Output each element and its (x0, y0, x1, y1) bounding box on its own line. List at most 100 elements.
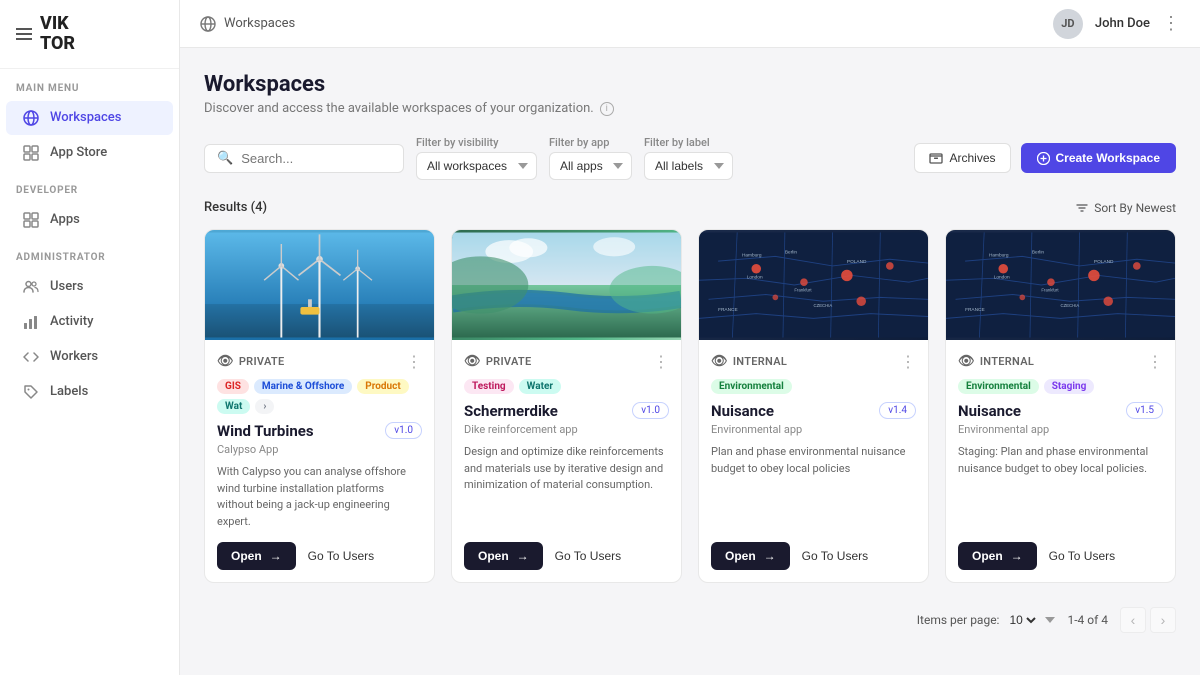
svg-text:Hamburg: Hamburg (742, 252, 762, 258)
card-more-button[interactable]: ⋮ (1147, 352, 1163, 371)
svg-text:Berlin: Berlin (785, 250, 798, 256)
page-subtitle: Discover and access the available worksp… (204, 101, 1176, 116)
info-icon[interactable]: i (600, 102, 614, 116)
card-visibility: 👁 INTERNAL (958, 354, 1034, 369)
svg-text:POLAND: POLAND (1094, 259, 1114, 265)
open-button[interactable]: Open → (711, 542, 790, 570)
filter-label-select[interactable]: All labels (644, 152, 733, 180)
sidebar-section-admin: ADMINISTRATOR Users Activity Workers Lab… (0, 238, 179, 410)
card-title: Nuisance (711, 402, 774, 420)
card-actions: Open → Go To Users (464, 542, 669, 570)
prev-page-button[interactable]: ‹ (1120, 607, 1146, 633)
card-tags: Testing Water (464, 379, 669, 394)
archives-button[interactable]: Archives (914, 143, 1010, 173)
workspace-topbar-icon (200, 16, 216, 32)
sidebar-item-appstore[interactable]: App Store (6, 136, 173, 170)
sidebar-item-workspaces[interactable]: Workspaces (6, 101, 173, 135)
workspace-card-nuisance-2: Hamburg Berlin London Frankfurt POLAND C… (945, 229, 1176, 583)
archive-icon (929, 151, 943, 165)
card-body: 👁 PRIVATE ⋮ GISMarine & OffshoreProductW… (205, 340, 434, 582)
card-body: 👁 PRIVATE ⋮ TestingWater Schermerdike v1… (452, 340, 681, 582)
topbar-more-icon[interactable]: ⋮ (1162, 13, 1180, 34)
topbar: Workspaces JD John Doe ⋮ (180, 0, 1200, 48)
tag: Product (357, 379, 408, 394)
page-title: Workspaces (204, 72, 1176, 97)
card-title: Schermerdike (464, 402, 558, 420)
pagination: Items per page: 10 1-4 of 4 ‹ › (204, 599, 1176, 641)
open-button[interactable]: Open → (217, 542, 296, 570)
card-more-button[interactable]: ⋮ (653, 352, 669, 371)
card-description: Plan and phase environmental nuisance bu… (711, 444, 916, 530)
sidebar: VIK TOR MAIN MENU Workspaces App Store D… (0, 0, 180, 675)
card-title-row: Nuisance v1.4 (711, 402, 916, 420)
tag: Staging (1044, 379, 1095, 394)
per-page-label: Items per page: (917, 613, 1000, 627)
goto-users-button[interactable]: Go To Users (1049, 549, 1115, 563)
card-subtitle: Calypso App (217, 443, 422, 456)
card-more-button[interactable]: ⋮ (406, 352, 422, 371)
card-meta: 👁 INTERNAL ⋮ (958, 352, 1163, 371)
version-badge: v1.5 (1126, 402, 1163, 419)
menu-toggle[interactable] (16, 28, 32, 40)
svg-text:London: London (747, 274, 763, 280)
sidebar-item-labels[interactable]: Labels (6, 375, 173, 409)
filter-app-select[interactable]: All apps (549, 152, 632, 180)
create-workspace-button[interactable]: Create Workspace (1021, 143, 1177, 173)
card-tags: EnvironmentalStaging (958, 379, 1163, 394)
sidebar-item-users[interactable]: Users (6, 270, 173, 304)
cards-grid: 👁 PRIVATE ⋮ GISMarine & OffshoreProductW… (204, 229, 1176, 583)
arrow-icon: → (270, 549, 282, 563)
plus-icon (1037, 152, 1050, 165)
sidebar-item-apps[interactable]: Apps (6, 203, 173, 237)
filter-visibility-select[interactable]: All workspaces (416, 152, 537, 180)
eye-icon: 👁 (217, 354, 234, 369)
eye-icon: 👁 (711, 354, 728, 369)
topbar-user-area: JD John Doe ⋮ (1053, 9, 1180, 39)
per-page-select[interactable]: 10 (1005, 612, 1039, 628)
next-page-button[interactable]: › (1150, 607, 1176, 633)
apps-grid-icon (22, 211, 40, 229)
goto-users-button[interactable]: Go To Users (308, 549, 374, 563)
more-tags[interactable]: › (255, 399, 274, 414)
sort-button[interactable]: Sort By Newest (1075, 201, 1176, 215)
search-input[interactable] (241, 151, 391, 166)
card-meta: 👁 INTERNAL ⋮ (711, 352, 916, 371)
card-title: Nuisance (958, 402, 1021, 420)
goto-users-button[interactable]: Go To Users (802, 549, 868, 563)
sidebar-item-activity[interactable]: Activity (6, 305, 173, 339)
arrow-icon: → (1011, 549, 1023, 563)
svg-text:London: London (994, 274, 1010, 280)
svg-text:Hamburg: Hamburg (989, 252, 1009, 258)
svg-text:Frankfurt: Frankfurt (1041, 288, 1059, 293)
sidebar-item-users-label: Users (50, 279, 83, 294)
dropdown-icon (1045, 617, 1055, 623)
card-description: With Calypso you can analyse offshore wi… (217, 464, 422, 530)
card-more-button[interactable]: ⋮ (900, 352, 916, 371)
sidebar-item-labels-label: Labels (50, 384, 88, 399)
card-title: Wind Turbines (217, 422, 314, 440)
card-body: 👁 INTERNAL ⋮ Environmental Nuisance v1.4… (699, 340, 928, 582)
card-tags: GISMarine & OffshoreProductWat› (217, 379, 422, 414)
search-box[interactable]: 🔍 (204, 144, 404, 173)
page-nav: ‹ › (1120, 607, 1176, 633)
sidebar-section-main: MAIN MENU Workspaces App Store (0, 69, 179, 171)
sidebar-item-workers[interactable]: Workers (6, 340, 173, 374)
toolbar: 🔍 Filter by visibility All workspaces Fi… (204, 136, 1176, 180)
svg-text:POLAND: POLAND (847, 259, 867, 265)
svg-text:Berlin: Berlin (1032, 250, 1045, 256)
sidebar-item-apps-label: Apps (50, 212, 80, 227)
arrow-icon: → (764, 549, 776, 563)
open-button[interactable]: Open → (958, 542, 1037, 570)
tag: Water (519, 379, 561, 394)
tag: Testing (464, 379, 514, 394)
card-visibility: 👁 PRIVATE (464, 354, 532, 369)
card-visibility: 👁 PRIVATE (217, 354, 285, 369)
sidebar-item-workers-label: Workers (50, 349, 98, 364)
open-button[interactable]: Open → (464, 542, 543, 570)
card-description: Staging: Plan and phase environmental nu… (958, 444, 1163, 530)
sidebar-item-appstore-label: App Store (50, 145, 107, 160)
card-actions: Open → Go To Users (958, 542, 1163, 570)
filter-visibility-label: Filter by visibility (416, 136, 537, 149)
card-tags: Environmental (711, 379, 916, 394)
goto-users-button[interactable]: Go To Users (555, 549, 621, 563)
